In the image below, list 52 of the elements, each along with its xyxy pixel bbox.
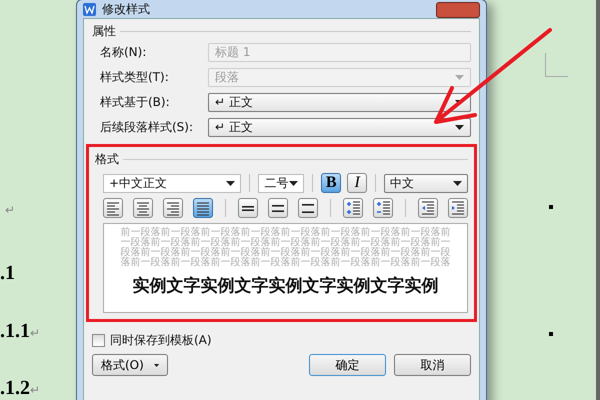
preview-sample-text: 实例文字实例文字实例文字实例文字实例: [132, 275, 438, 297]
line-spacing-icon: [242, 206, 254, 210]
font-dropdown[interactable]: +中文正文: [103, 174, 242, 192]
field-label: 样式基于(B):: [100, 94, 171, 111]
return-mark: ↵: [30, 383, 40, 397]
size-dropdown[interactable]: 二号: [258, 174, 304, 192]
italic-button[interactable]: I: [347, 173, 368, 193]
preview-previous-text: 前一段落前一段落前一段落前一段落前一段落前一段落前一段落前一段落前一段落前一段落前一段落前一段落前一段落前一段落前一段落前一段落前一段落前一段落前一段落前一段落前一段落前一段落前一段落前一段落前一段落前一段落前一段落前一段落前一段落前一段落前一段落前一段落前一段落: [120, 228, 450, 268]
app-icon: [83, 2, 96, 16]
caret-icon: [226, 180, 236, 186]
heading-number: .1.2: [0, 377, 30, 399]
indent-button[interactable]: [448, 198, 468, 218]
line-spacing-icon: [272, 204, 284, 212]
caret-icon: [154, 362, 159, 368]
align-right-button[interactable]: [163, 198, 184, 218]
paragraph-spacing-button[interactable]: [373, 198, 394, 218]
return-mark: ↵: [5, 203, 15, 218]
bullet-mark: [549, 205, 553, 209]
ok-button[interactable]: 确定: [309, 354, 386, 376]
margin-corner-mark: [545, 53, 568, 77]
paragraph-spacing-icon: [374, 199, 392, 217]
format-menu-button[interactable]: 格式(O): [92, 354, 168, 376]
group-label: 属性: [92, 23, 116, 40]
caret-icon: [455, 75, 464, 80]
field-label: 后续段落样式(S):: [100, 119, 194, 136]
heading-number: .1: [0, 262, 15, 284]
caret-icon: [289, 180, 298, 186]
align-center-button[interactable]: [133, 198, 154, 218]
justify-button[interactable]: [193, 198, 214, 218]
heading-number: .1.1: [0, 320, 30, 342]
checkbox-label: 同时保存到模板(A): [110, 332, 212, 349]
field-label: 样式类型(T):: [100, 69, 170, 86]
window-title: 修改样式: [102, 2, 150, 16]
paragraph-spacing-button[interactable]: [343, 198, 364, 218]
line-spacing-icon: [302, 204, 314, 212]
line-spacing-button[interactable]: [238, 198, 258, 218]
return-mark: ↵: [30, 326, 40, 340]
caret-icon: [452, 180, 462, 186]
field-label: 名称(N):: [100, 44, 148, 61]
cancel-button[interactable]: 取消: [394, 354, 471, 376]
align-left-button[interactable]: [103, 198, 124, 218]
bold-button[interactable]: B: [321, 173, 342, 193]
bullet-mark: [549, 332, 553, 336]
group-label: 格式: [95, 151, 119, 168]
paragraph-spacing-icon: [344, 199, 362, 217]
outdent-button[interactable]: [418, 198, 438, 218]
style-dropdown[interactable]: ↵ 正文: [208, 118, 471, 137]
line-spacing-button[interactable]: [268, 198, 288, 218]
checkbox[interactable]: [92, 334, 105, 347]
language-dropdown[interactable]: 中文: [384, 174, 468, 192]
line-spacing-button[interactable]: [298, 198, 318, 218]
caret-icon: [455, 125, 464, 130]
